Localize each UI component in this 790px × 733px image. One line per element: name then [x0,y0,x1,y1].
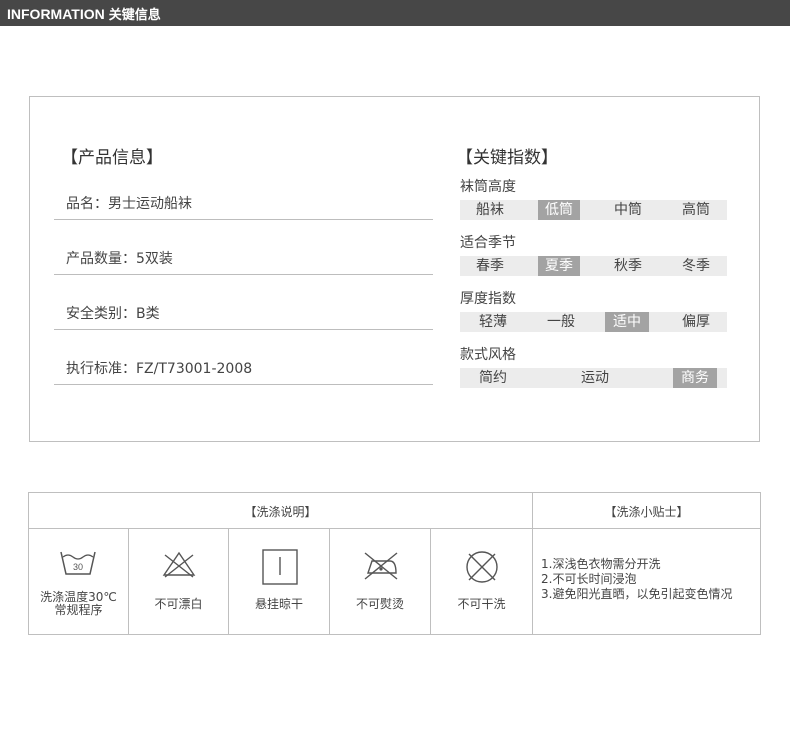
product-row-quantity: 产品数量：5双装 [54,249,433,275]
key-option-selected: 低筒 [538,200,580,220]
hang-dry-icon [262,549,298,585]
key-option: 一般 [547,314,575,330]
wash-label-dry: 悬挂晾干 [254,597,303,611]
no-iron-icon [364,552,398,580]
wash-cell-dryclean: 不可干洗 [431,529,532,634]
key-option: 春季 [476,258,504,274]
wash-label-iron: 不可熨烫 [355,597,404,611]
wash-cell-temp: 30 洗涤温度30℃ 常规程序 [29,529,128,634]
key-label-height: 袜筒高度 [460,179,516,195]
header-bar: INFORMATION 关键信息 [0,0,790,26]
wash-tips: 1.深浅色衣物需分开洗 2.不可长时间浸泡 3.避免阳光直晒，以免引起变色情况 [541,557,732,602]
wash-temp-text: 30 [73,562,83,572]
product-safety-class: 安全类别：B类 [66,306,160,322]
product-standard: 执行标准：FZ/T73001-2008 [66,361,253,377]
wash-cell-iron: 不可熨烫 [330,529,430,634]
wash-instructions-title: 【洗涤说明】 [244,505,317,519]
key-option: 偏厚 [682,314,710,330]
wash-tips-title: 【洗涤小贴士】 [604,505,689,519]
key-label-style: 款式风格 [460,347,516,363]
product-row-standard: 执行标准：FZ/T73001-2008 [54,359,433,385]
info-box: 【产品信息】 品名：男士运动船袜 产品数量：5双装 安全类别：B类 执行标准：F… [29,96,760,442]
key-option-selected: 商务 [673,368,717,388]
key-option: 简约 [479,370,507,386]
key-bar-season: 春季 夏季 秋季 冬季 [460,256,727,276]
product-row-name: 品名：男士运动船袜 [54,194,433,220]
wash-cell-dry: 悬挂晾干 [229,529,329,634]
wash-tip: 2.不可长时间浸泡 [541,572,637,586]
key-option-selected: 适中 [605,312,649,332]
no-dry-clean-icon [466,551,498,583]
wash-30-icon: 30 [60,551,96,575]
wash-tip: 3.避免阳光直晒，以免引起变色情况 [541,587,733,601]
key-label-thickness: 厚度指数 [460,291,516,307]
wash-tip: 1.深浅色衣物需分开洗 [541,557,661,571]
key-option: 运动 [581,370,609,386]
key-index-title: 【关键指数】 [456,148,558,168]
header-title: INFORMATION 关键信息 [7,4,161,23]
product-row-safety: 安全类别：B类 [54,304,433,330]
key-bar-style: 简约 运动 商务 [460,368,727,388]
key-option: 秋季 [614,258,642,274]
key-option: 冬季 [682,258,710,274]
key-option: 船袜 [476,202,504,218]
wash-label-dryclean: 不可干洗 [457,597,506,611]
wash-label-program: 常规程序 [54,603,103,617]
key-bar-thickness: 轻薄 一般 适中 偏厚 [460,312,727,332]
no-bleach-icon [162,551,196,578]
product-quantity: 产品数量：5双装 [66,251,173,267]
wash-label-bleach: 不可漂白 [154,597,203,611]
wash-table: 【洗涤说明】 【洗涤小贴士】 30 洗涤温度30℃ 常规程序 不可漂白 悬挂晾干 [28,492,761,635]
key-option: 中筒 [614,202,642,218]
header-title-en: INFORMATION [7,6,105,22]
key-option: 轻薄 [479,314,507,330]
key-bar-height: 船袜 低筒 中筒 高筒 [460,200,727,220]
key-option: 高筒 [682,202,710,218]
product-name: 品名：男士运动船袜 [66,196,192,212]
product-info-title: 【产品信息】 [61,148,163,168]
header-title-cn: 关键信息 [108,8,161,23]
wash-cell-bleach: 不可漂白 [129,529,228,634]
wash-label-temp: 洗涤温度30℃ [40,590,117,604]
key-label-season: 适合季节 [460,235,516,251]
key-option-selected: 夏季 [538,256,580,276]
